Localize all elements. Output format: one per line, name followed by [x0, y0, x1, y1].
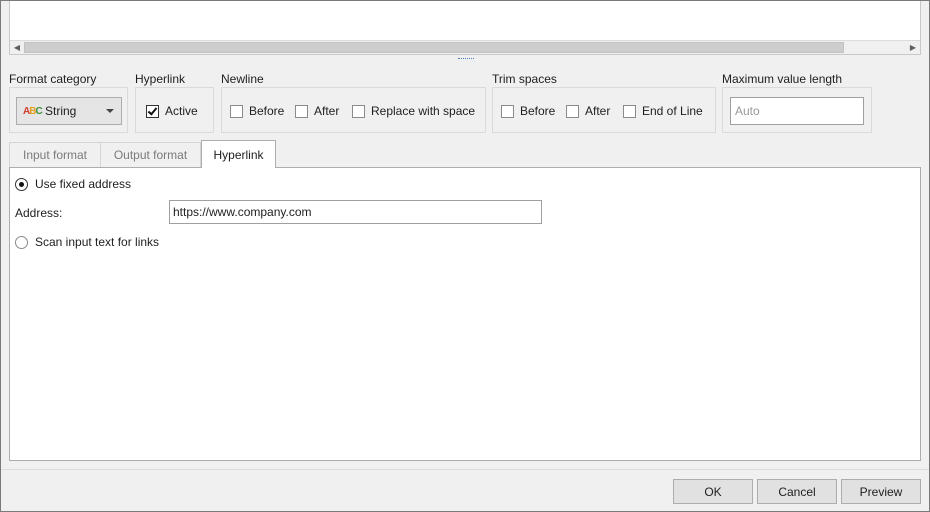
newline-after-label: After — [314, 104, 340, 118]
trim-end-of-line-checkbox[interactable]: End of Line — [623, 104, 703, 118]
footer-separator — [1, 469, 929, 470]
checkbox-box[interactable] — [230, 104, 243, 118]
checkbox-box[interactable] — [566, 104, 579, 118]
tab-input-format[interactable]: Input format — [9, 142, 101, 167]
newline-group-label: Newline — [221, 72, 264, 86]
use-fixed-address-label: Use fixed address — [35, 177, 132, 191]
radio-circle[interactable] — [15, 235, 28, 249]
max-length-label: Maximum value length — [722, 72, 843, 86]
tab-output-format[interactable]: Output format — [100, 142, 201, 167]
splitter-grip[interactable] — [458, 56, 474, 59]
hyperlink-group-label: Hyperlink — [135, 72, 186, 86]
checkbox-box[interactable] — [501, 104, 514, 118]
check-icon — [147, 104, 158, 116]
newline-replace-label: Replace with space — [371, 104, 476, 118]
newline-after-checkbox[interactable]: After — [295, 104, 339, 118]
trim-after-checkbox[interactable]: After — [566, 104, 610, 118]
max-length-input[interactable] — [730, 97, 864, 125]
address-input[interactable] — [169, 200, 542, 224]
chevron-down-icon — [106, 109, 114, 113]
scan-input-text-label: Scan input text for links — [35, 235, 160, 249]
ok-button[interactable]: OK — [673, 479, 753, 504]
preview-pane: ◀ ▶ — [9, 0, 921, 55]
scan-input-text-radio[interactable]: Scan input text for links — [15, 235, 159, 249]
use-fixed-address-radio[interactable]: Use fixed address — [15, 177, 131, 191]
checkbox-box[interactable] — [352, 104, 365, 118]
newline-before-label: Before — [249, 104, 285, 118]
trim-spaces-group-label: Trim spaces — [492, 72, 557, 86]
scrollbar-thumb[interactable] — [24, 42, 844, 53]
radio-dot — [19, 181, 24, 187]
abc-string-icon: ABC — [23, 105, 43, 117]
cancel-button[interactable]: Cancel — [757, 479, 837, 504]
format-category-combo[interactable]: ABC String — [16, 97, 122, 125]
trim-after-label: After — [585, 104, 611, 118]
checkbox-box[interactable] — [295, 104, 308, 118]
trim-end-of-line-label: End of Line — [642, 104, 703, 118]
format-category-label: Format category — [9, 72, 97, 86]
checkbox-box[interactable] — [146, 104, 159, 118]
checkbox-box[interactable] — [623, 104, 636, 118]
hyperlink-active-checkbox[interactable]: Active — [146, 104, 198, 118]
trim-before-checkbox[interactable]: Before — [501, 104, 555, 118]
hyperlink-active-label: Active — [165, 104, 198, 118]
format-category-value: String — [45, 104, 77, 118]
address-label: Address: — [15, 206, 63, 220]
scroll-right-icon[interactable]: ▶ — [906, 41, 920, 54]
trim-before-label: Before — [520, 104, 556, 118]
tab-hyperlink[interactable]: Hyperlink — [201, 140, 276, 168]
scroll-left-icon[interactable]: ◀ — [10, 41, 24, 54]
horizontal-scrollbar[interactable]: ◀ ▶ — [10, 40, 920, 54]
newline-replace-checkbox[interactable]: Replace with space — [352, 104, 475, 118]
preview-button[interactable]: Preview — [841, 479, 921, 504]
newline-before-checkbox[interactable]: Before — [230, 104, 284, 118]
radio-circle[interactable] — [15, 177, 28, 191]
